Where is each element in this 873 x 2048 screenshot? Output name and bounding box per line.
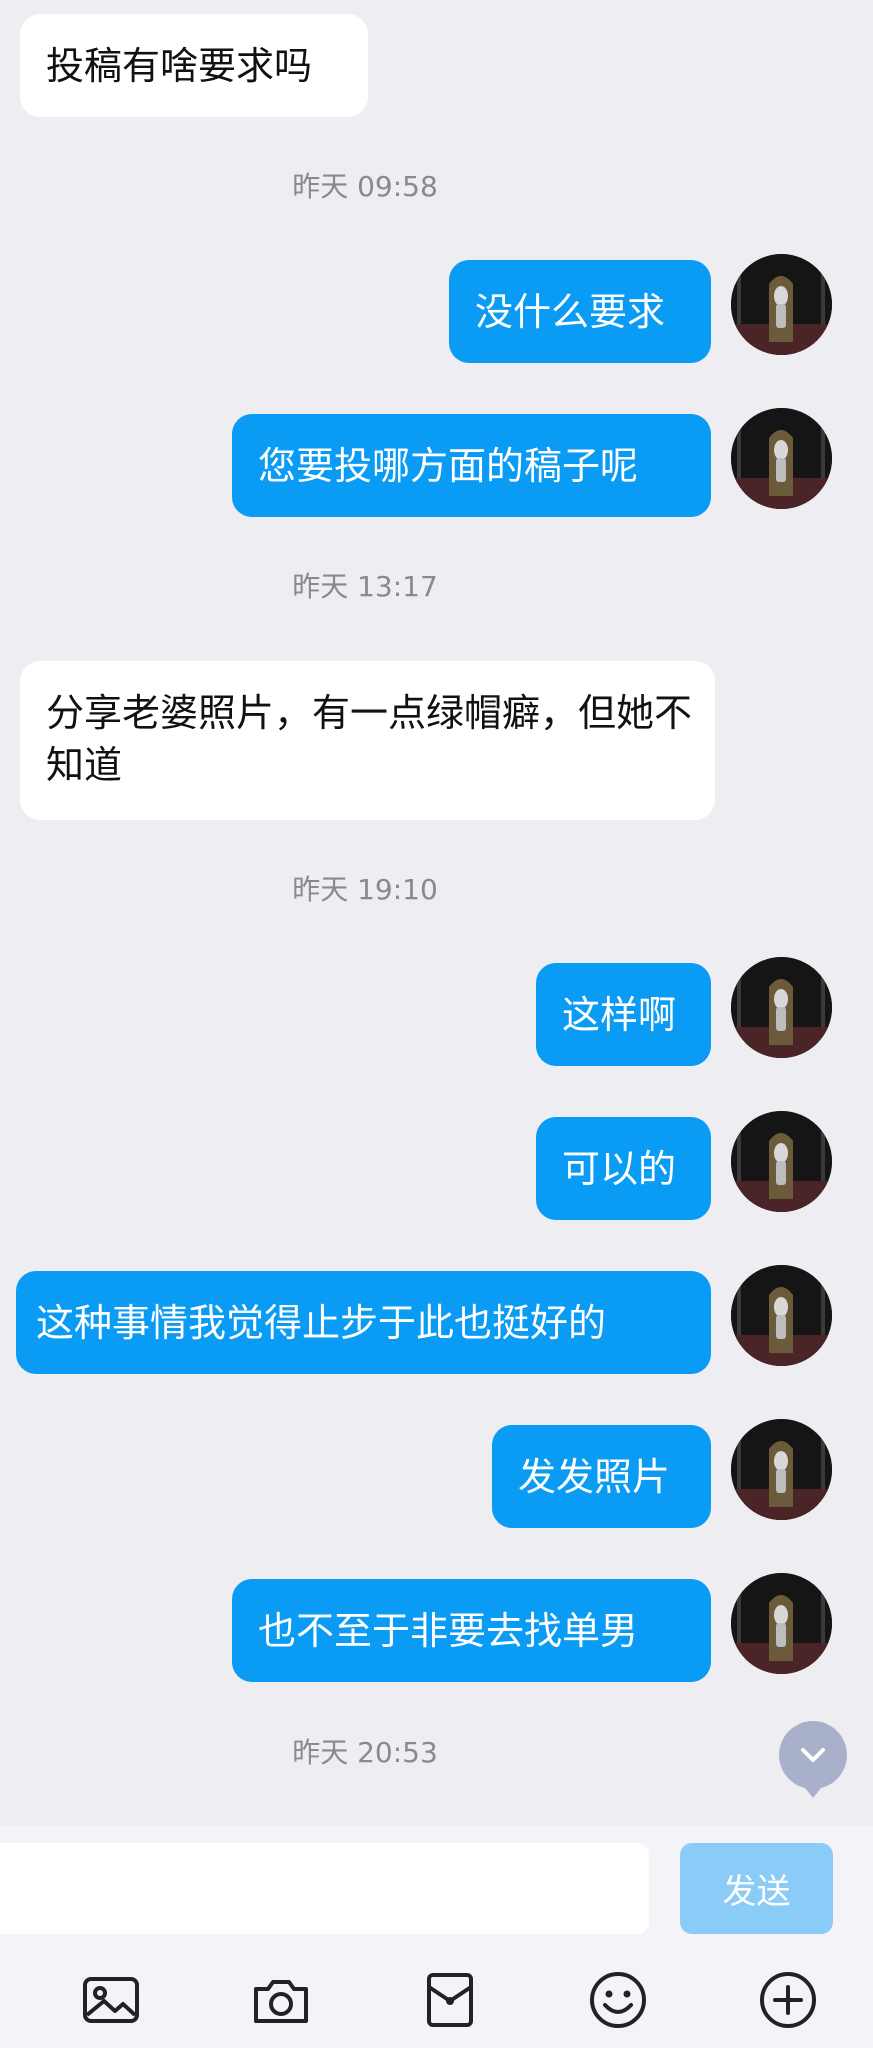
message-text: 投稿有啥要求吗	[46, 43, 313, 88]
scroll-to-bottom-button[interactable]	[779, 1721, 847, 1798]
message-timestamp: 昨天 19:10	[292, 873, 438, 906]
message-timestamp: 昨天 20:53	[292, 1736, 438, 1769]
more-button[interactable]	[753, 1965, 823, 2035]
image-button[interactable]	[76, 1965, 146, 2035]
send-button[interactable]: 发送	[680, 1843, 833, 1934]
message-text: 没什么要求	[475, 289, 666, 334]
camera-icon	[254, 1980, 308, 2023]
incoming-message[interactable]: 投稿有啥要求吗	[20, 14, 368, 117]
composer-bar: 发送	[0, 1826, 873, 2048]
image-icon	[83, 1977, 139, 2023]
message-text: 分享老婆照片，有一点绿帽癖，但她不知道	[46, 691, 693, 787]
outgoing-message[interactable]: 这种事情我觉得止步于此也挺好的	[16, 1271, 711, 1374]
avatar-photo	[731, 1111, 832, 1212]
message-timestamp: 昨天 13:17	[292, 570, 438, 603]
red-packet-button[interactable]	[415, 1965, 485, 2035]
message-text: 发发照片	[518, 1454, 671, 1499]
message-text: 可以的	[562, 1146, 677, 1191]
outgoing-message[interactable]: 也不至于非要去找单男	[232, 1579, 711, 1682]
user-avatar[interactable]	[731, 1573, 832, 1674]
outgoing-message[interactable]: 可以的	[536, 1117, 711, 1220]
avatar-photo	[731, 408, 832, 509]
outgoing-message[interactable]: 这样啊	[536, 963, 711, 1066]
incoming-message[interactable]: 分享老婆照片，有一点绿帽癖，但她不知道	[20, 661, 715, 820]
plus-icon	[760, 1972, 816, 2028]
avatar-photo	[731, 957, 832, 1058]
user-avatar[interactable]	[731, 254, 832, 355]
message-text: 您要投哪方面的稿子呢	[258, 443, 639, 488]
avatar-photo	[731, 254, 832, 355]
message-input[interactable]	[0, 1843, 649, 1934]
chevron-down-icon	[801, 1748, 825, 1762]
user-avatar[interactable]	[731, 1419, 832, 1520]
message-text: 这种事情我觉得止步于此也挺好的	[36, 1300, 607, 1345]
user-avatar[interactable]	[731, 1265, 832, 1366]
avatar-photo	[731, 1573, 832, 1674]
avatar-photo	[731, 1265, 832, 1366]
emoji-button[interactable]	[583, 1965, 653, 2035]
message-timestamp: 昨天 09:58	[292, 170, 438, 203]
message-text: 这样啊	[562, 992, 677, 1037]
red-packet-icon	[427, 1973, 473, 2027]
user-avatar[interactable]	[731, 408, 832, 509]
camera-button[interactable]	[246, 1965, 316, 2035]
avatar-photo	[731, 1419, 832, 1520]
user-avatar[interactable]	[731, 957, 832, 1058]
message-text: 也不至于非要去找单男	[258, 1608, 639, 1653]
outgoing-message[interactable]: 您要投哪方面的稿子呢	[232, 414, 711, 517]
user-avatar[interactable]	[731, 1111, 832, 1212]
outgoing-message[interactable]: 发发照片	[492, 1425, 711, 1528]
outgoing-message[interactable]: 没什么要求	[449, 260, 711, 363]
chat-message-list[interactable]: 投稿有啥要求吗 昨天 09:58 没什么要求 您要投哪方面的稿子呢 昨天 13:…	[0, 0, 873, 1826]
emoji-icon	[590, 1972, 646, 2028]
